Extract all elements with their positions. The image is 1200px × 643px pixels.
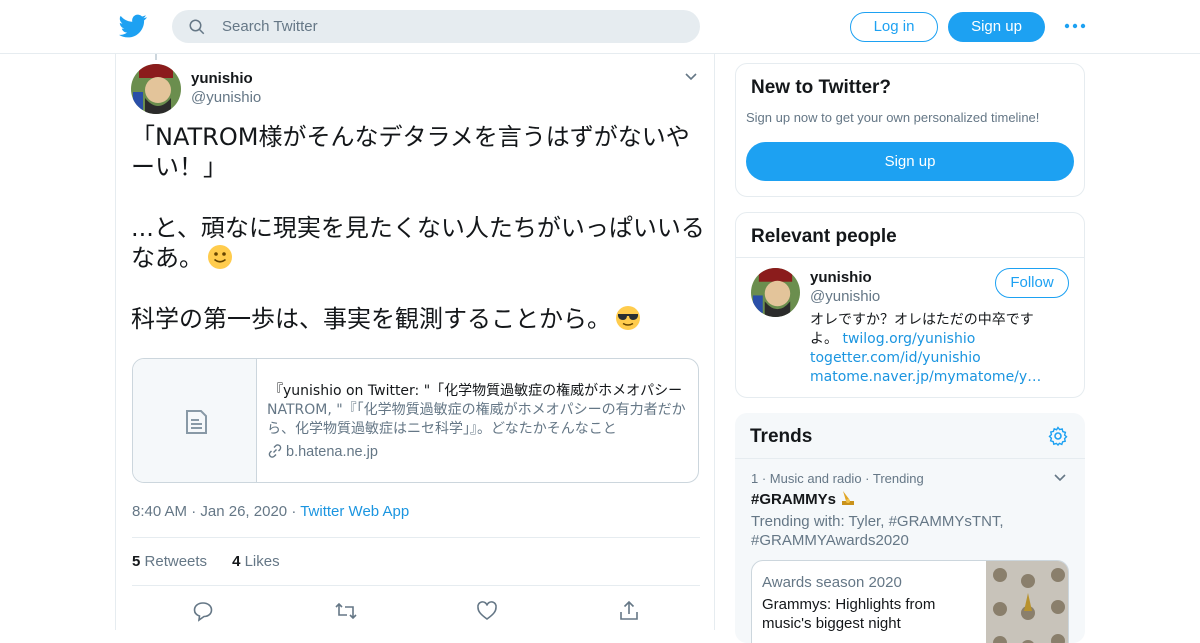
top-navigation-bar: Log in Sign up bbox=[0, 0, 1200, 54]
bio-link[interactable]: togetter.com/id/yunishio bbox=[810, 349, 1050, 368]
card-description: NATROM, "『「化学物質過敏症の権威がホメオパシーの有力者だから、化学物質… bbox=[267, 402, 686, 437]
like-icon[interactable] bbox=[476, 600, 498, 627]
gramophone-icon bbox=[842, 491, 855, 505]
likes-stat[interactable]: 4 Likes bbox=[232, 553, 280, 570]
tweet-line: 「NATROM様がそんなデタラメを言うはずがないやーい！」 bbox=[131, 123, 690, 181]
thread-connector bbox=[155, 54, 157, 60]
chevron-down-icon[interactable] bbox=[1053, 471, 1067, 485]
retweets-stat[interactable]: 5 Retweets bbox=[132, 553, 207, 570]
card-domain: b.hatena.ne.jp bbox=[267, 443, 378, 460]
trend-related: Trending with: Tyler, #GRAMMYsTNT, #GRAM… bbox=[751, 513, 1004, 549]
link-preview-card[interactable]: 『yunishio on Twitter: "「化学物質過敏症の権威がホメオパシ… bbox=[132, 358, 699, 483]
slightly-smiling-face-icon bbox=[208, 245, 232, 269]
trends-panel: Trends 1 · Music and radio · Trending #G… bbox=[735, 413, 1085, 643]
search-icon bbox=[189, 19, 205, 35]
tweet-line: 科学の第一歩は、事実を観測することから。 bbox=[131, 304, 706, 334]
panel-title: Relevant people bbox=[751, 226, 897, 247]
card-category: Awards season 2020 bbox=[762, 574, 902, 591]
person-name[interactable]: yunishio bbox=[810, 269, 872, 286]
chevron-down-icon[interactable] bbox=[684, 70, 698, 84]
trend-meta: 1 · Music and radio · Trending bbox=[751, 471, 924, 486]
new-to-twitter-panel: New to Twitter? Sign up now to get your … bbox=[735, 63, 1085, 197]
panel-title: New to Twitter? bbox=[751, 77, 892, 98]
author-handle[interactable]: @yunishio bbox=[191, 89, 261, 106]
document-icon bbox=[186, 410, 207, 434]
tweet-actions bbox=[116, 600, 716, 624]
reply-icon[interactable] bbox=[192, 600, 214, 627]
tweet-time[interactable]: 8:40 AM bbox=[132, 503, 187, 520]
avatar[interactable] bbox=[751, 268, 800, 317]
search-input[interactable] bbox=[222, 10, 682, 43]
author-avatar[interactable] bbox=[131, 64, 181, 114]
tweet-metadata: 8:40 AM · Jan 26, 2020 · Twitter Web App bbox=[132, 503, 409, 520]
trend-news-card[interactable]: Awards season 2020 Grammys: Highlights f… bbox=[751, 560, 1069, 643]
twitter-logo-icon[interactable] bbox=[119, 12, 147, 40]
person-bio: オレですか？オレはただの中卒ですよ。 twilog.org/yunishio t… bbox=[810, 312, 1050, 387]
tweet-text: 「NATROM様がそんなデタラメを言うはずがないやーい！」 ...と、頑なに現実… bbox=[131, 122, 706, 365]
share-icon[interactable] bbox=[618, 600, 640, 627]
person-handle[interactable]: @yunishio bbox=[810, 288, 880, 305]
card-thumbnail bbox=[133, 359, 257, 482]
sunglasses-face-icon bbox=[616, 306, 640, 330]
settings-gear-icon[interactable] bbox=[1048, 426, 1068, 446]
bio-link[interactable]: twilog.org/yunishio bbox=[842, 331, 975, 347]
tweet-date[interactable]: Jan 26, 2020 bbox=[200, 503, 287, 520]
follow-button[interactable]: Follow bbox=[995, 268, 1069, 298]
divider bbox=[132, 585, 700, 586]
tweet-stats: 5 Retweets 4 Likes bbox=[132, 553, 280, 570]
tweet-line: ...と、頑なに現実を見たくない人たちがいっぱいいるなあ。 bbox=[131, 214, 705, 272]
tweet-source-link[interactable]: Twitter Web App bbox=[300, 503, 409, 520]
divider bbox=[735, 458, 1085, 459]
card-headline: Grammys: Highlights from music's biggest… bbox=[762, 596, 936, 632]
card-title: 『yunishio on Twitter: "「化学物質過敏症の権威がホメオパシ… bbox=[269, 383, 683, 399]
search-bar[interactable] bbox=[172, 10, 700, 43]
bio-link[interactable]: matome.naver.jp/mymatome/yunishio bbox=[810, 368, 1050, 387]
separator-dot: · bbox=[291, 503, 301, 520]
divider bbox=[736, 257, 1084, 258]
retweet-icon[interactable] bbox=[334, 600, 358, 627]
signup-button[interactable]: Sign up bbox=[948, 12, 1045, 42]
link-icon bbox=[268, 444, 282, 458]
login-button[interactable]: Log in bbox=[850, 12, 938, 42]
more-options-icon[interactable] bbox=[1064, 18, 1086, 34]
divider bbox=[132, 537, 700, 538]
author-name[interactable]: yunishio bbox=[191, 70, 253, 87]
panel-subtitle: Sign up now to get your own personalized… bbox=[746, 110, 1040, 125]
tweet-column: yunishio @yunishio 「NATROM様がそんなデタラメを言うはず… bbox=[115, 54, 715, 630]
trend-hashtag[interactable]: #GRAMMYs bbox=[751, 490, 856, 508]
panel-title: Trends bbox=[750, 426, 813, 447]
signup-panel-button[interactable]: Sign up bbox=[746, 142, 1074, 181]
relevant-people-panel: Relevant people yunishio @yunishio Follo… bbox=[735, 212, 1085, 398]
separator-dot: · bbox=[191, 503, 201, 520]
news-thumbnail bbox=[986, 561, 1068, 643]
